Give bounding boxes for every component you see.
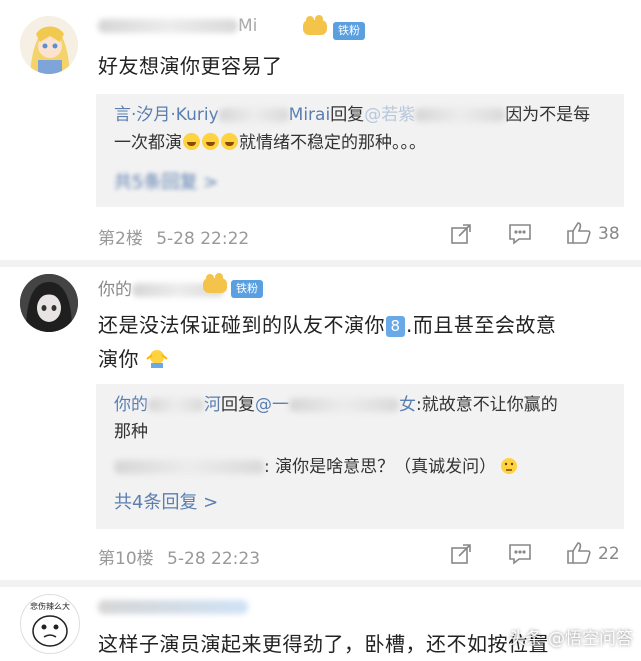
like-count: 22 [598, 544, 620, 564]
comment-icon[interactable] [508, 223, 532, 249]
reply-line: : 演你是啥意思？（真诚发问） [114, 454, 610, 484]
anime-avatar-icon [20, 274, 78, 332]
like-icon[interactable] [566, 541, 592, 569]
reply-box: 言·汐月·Kuriy Mirai回复@若紫 因为不是每 一次都演 就情绪不稳定的那种。… [96, 94, 624, 207]
reply-username[interactable]: 言·汐月·Kuriy Mirai [114, 105, 330, 125]
reply-line: 言·汐月·Kuriy Mirai回复@若紫 因为不是每 [114, 105, 591, 125]
reply-username[interactable] [114, 457, 264, 477]
laugh-cry-emoji-icon [202, 133, 219, 150]
floor-number: 第2楼 [98, 229, 143, 249]
share-icon[interactable] [450, 223, 472, 249]
reply-box: 你的 河回复@一 女:就故意不让你赢的 那种 : 演你是啥意思？（真诚发问） 共4条… [96, 384, 624, 529]
avatar[interactable] [20, 274, 78, 332]
reply-line: 一次都演 就情绪不稳定的那种。。。 [114, 133, 426, 153]
floor-number: 第10楼 [98, 549, 154, 569]
timestamp: 5-28 22:22 [156, 229, 250, 249]
avatar-caption: 悲伤辣么大 [30, 601, 70, 611]
timestamp: 5-28 22:23 [167, 549, 261, 569]
meme-avatar-icon: 悲伤辣么大 [21, 595, 79, 653]
laugh-cry-emoji-icon [221, 133, 238, 150]
reply-mention[interactable]: @若紫 [364, 105, 506, 125]
more-replies-link[interactable]: 共5条回复 > [114, 168, 218, 194]
divider [0, 580, 641, 587]
reply-line: 你的 河回复@一 女:就故意不让你赢的 那种 [114, 395, 558, 442]
comment-icon[interactable] [508, 543, 532, 569]
fan-badge: 铁粉 [333, 22, 365, 40]
watermark: 头条 @悟空问答 [508, 629, 633, 649]
anime-avatar-icon [20, 16, 78, 74]
fan-level-crown-icon [302, 14, 328, 40]
username[interactable]: Mi [98, 16, 257, 36]
username[interactable] [98, 597, 248, 617]
reply-mention[interactable]: @一女 [255, 395, 416, 415]
comment-text: 好友想演你更容易了 [98, 54, 283, 78]
like-count: 38 [598, 224, 620, 244]
fan-level-crown-icon [202, 272, 228, 298]
comment-text: 还是没法保证碰到的队友不演你 8 .而且甚至会故意 演你 [98, 308, 623, 378]
reply-username[interactable]: 你的河 [114, 395, 221, 415]
avatar[interactable] [20, 16, 78, 74]
fan-badge: 铁粉 [231, 280, 263, 298]
like-icon[interactable] [566, 221, 592, 249]
share-icon[interactable] [450, 543, 472, 569]
keycap-8-emoji-icon: 8 [386, 316, 405, 337]
shrug-emoji-icon [146, 344, 168, 378]
thinking-emoji-icon [500, 457, 518, 484]
comment-meta: 第10楼 5-28 22:23 [98, 544, 260, 569]
laugh-cry-emoji-icon [183, 133, 200, 150]
comment-meta: 第2楼 5-28 22:22 [98, 224, 249, 249]
more-replies-link[interactable]: 共4条回复 > [114, 488, 218, 514]
divider [0, 260, 641, 267]
avatar[interactable]: 悲伤辣么大 [20, 594, 80, 654]
